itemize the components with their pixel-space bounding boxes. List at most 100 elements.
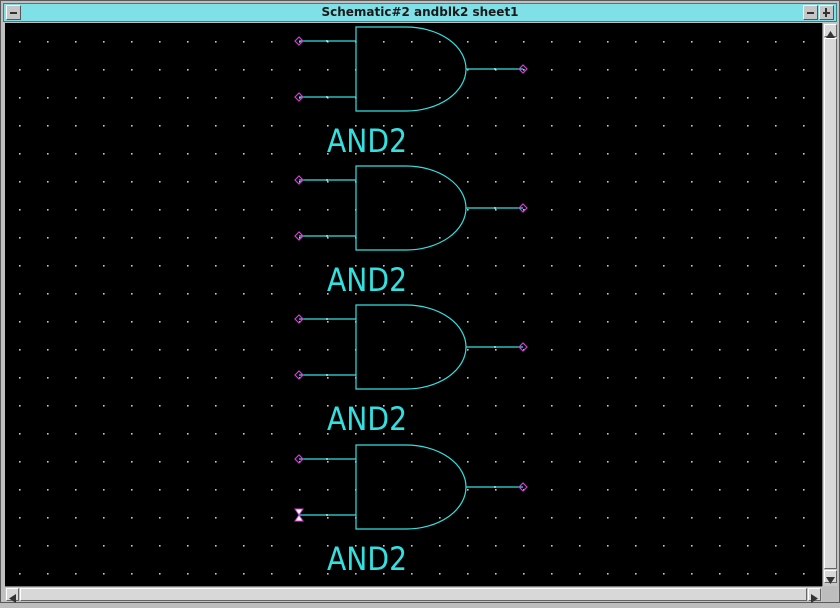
grid-dot — [775, 209, 777, 211]
and-gate-body[interactable] — [355, 304, 467, 390]
and-gate-body[interactable] — [355, 444, 467, 530]
grid-dot — [439, 489, 441, 491]
grid-dot — [635, 125, 637, 127]
grid-dot — [243, 97, 245, 99]
grid-dot — [243, 293, 245, 295]
and-gate[interactable] — [294, 304, 528, 390]
grid-dot — [635, 377, 637, 379]
grid-dot — [159, 153, 161, 155]
and-gate[interactable] — [294, 444, 528, 530]
grid-dot — [523, 153, 525, 155]
grid-dot — [635, 293, 637, 295]
grid-dot — [159, 517, 161, 519]
grid-dot — [635, 405, 637, 407]
horizontal-scroll-thumb[interactable] — [20, 588, 807, 601]
maximize-button[interactable] — [819, 5, 834, 20]
scroll-up-button[interactable] — [824, 24, 837, 38]
grid-dot — [215, 405, 217, 407]
grid-dot — [327, 209, 329, 211]
grid-dot — [803, 405, 805, 407]
grid-dot — [579, 181, 581, 183]
grid-dot — [579, 153, 581, 155]
grid-dot — [19, 293, 21, 295]
gate-label[interactable]: AND2 — [327, 540, 407, 578]
grid-dot — [803, 545, 805, 547]
grid-dot — [663, 265, 665, 267]
grid-dot — [103, 97, 105, 99]
vertical-scroll-thumb[interactable] — [824, 38, 837, 569]
grid-dot — [187, 489, 189, 491]
gate-label[interactable]: AND2 — [327, 400, 407, 438]
grid-dot — [551, 125, 553, 127]
schematic-canvas[interactable]: AND2 AND2 AND2 AND2 — [5, 23, 822, 586]
grid-dot — [19, 97, 21, 99]
grid-dot — [299, 545, 301, 547]
grid-dot — [243, 349, 245, 351]
scroll-down-button[interactable] — [824, 570, 837, 584]
grid-dot — [75, 293, 77, 295]
grid-dot — [607, 209, 609, 211]
grid-dot — [47, 433, 49, 435]
schematic-window: Schematic#2 andblk2 sheet1 AND2 AND2 AND… — [0, 0, 840, 603]
grid-dot — [495, 349, 497, 351]
grid-dot — [803, 153, 805, 155]
grid-dot — [551, 209, 553, 211]
grid-dot — [523, 237, 525, 239]
grid-dot — [299, 349, 301, 351]
grid-dot — [271, 237, 273, 239]
schematic-drawing[interactable]: AND2 AND2 AND2 AND2 — [5, 23, 822, 586]
grid-dot — [663, 321, 665, 323]
grid-dot — [75, 41, 77, 43]
grid-dot — [187, 265, 189, 267]
grid-dot — [775, 153, 777, 155]
grid-dot — [215, 41, 217, 43]
scroll-left-button[interactable] — [6, 588, 19, 603]
grid-dot — [159, 405, 161, 407]
grid-dot — [467, 153, 469, 155]
grid-dot — [411, 573, 413, 575]
grid-dot — [691, 349, 693, 351]
grid-dot — [635, 545, 637, 547]
gate-label[interactable]: AND2 — [327, 122, 407, 160]
grid — [19, 41, 805, 575]
grid-dot — [803, 517, 805, 519]
grid-dot — [75, 377, 77, 379]
grid-dot — [47, 461, 49, 463]
grid-dot — [411, 265, 413, 267]
grid-dot — [243, 573, 245, 575]
grid-dot — [131, 573, 133, 575]
grid-dot — [579, 545, 581, 547]
grid-dot — [495, 573, 497, 575]
grid-dot — [103, 69, 105, 71]
grid-dot — [75, 545, 77, 547]
grid-dot — [19, 209, 21, 211]
vertical-scrollbar[interactable] — [822, 23, 837, 586]
and-gate-body[interactable] — [355, 165, 467, 251]
title-bar[interactable]: Schematic#2 andblk2 sheet1 — [3, 3, 837, 22]
grid-dot — [607, 237, 609, 239]
grid-dot — [663, 433, 665, 435]
grid-dot — [327, 461, 329, 463]
gate-label[interactable]: AND2 — [327, 261, 407, 299]
grid-dot — [75, 349, 77, 351]
grid-dot — [579, 405, 581, 407]
scroll-right-button[interactable] — [808, 588, 821, 603]
grid-dot — [467, 41, 469, 43]
grid-dot — [775, 433, 777, 435]
grid-dot — [635, 517, 637, 519]
grid-dot — [607, 433, 609, 435]
grid-dot — [775, 517, 777, 519]
minimize-button[interactable] — [803, 5, 818, 20]
horizontal-scrollbar[interactable] — [5, 586, 822, 603]
grid-dot — [439, 461, 441, 463]
grid-dot — [607, 517, 609, 519]
grid-dot — [131, 97, 133, 99]
grid-dot — [243, 41, 245, 43]
grid-dot — [299, 405, 301, 407]
grid-dot — [775, 125, 777, 127]
grid-dot — [467, 349, 469, 351]
grid-dot — [327, 349, 329, 351]
grid-dot — [551, 321, 553, 323]
grid-dot — [747, 517, 749, 519]
grid-dot — [803, 69, 805, 71]
